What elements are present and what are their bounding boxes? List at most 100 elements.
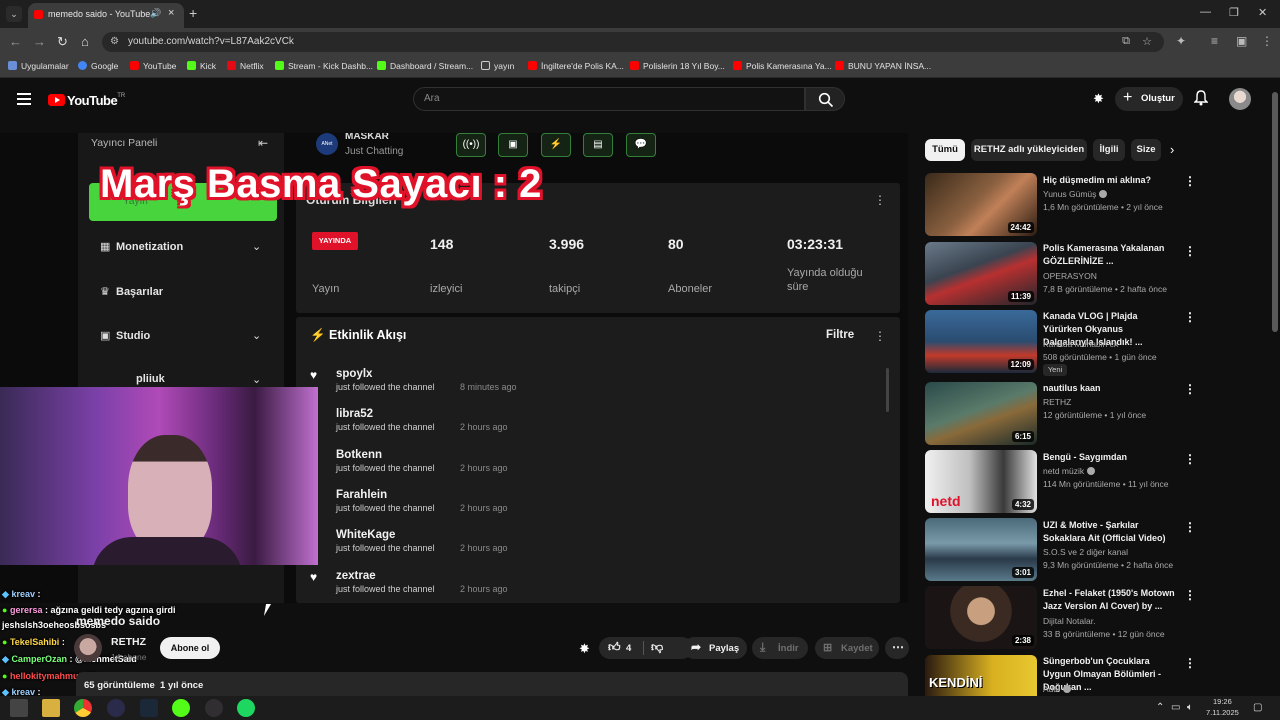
bookmark-polis-kamerasi[interactable]: Polis Kamerasına Ya... [733, 61, 832, 71]
reload-icon[interactable]: ↻ [57, 34, 68, 50]
rec-channel[interactable]: RETHZ [1043, 397, 1071, 407]
bookmark-apps[interactable]: Uygulamalar [8, 61, 69, 71]
rec-title[interactable]: Ezhel - Felaket (1950's Motown Jazz Vers… [1043, 587, 1175, 613]
channel-avatar[interactable] [74, 634, 102, 662]
start-icon[interactable] [10, 699, 28, 717]
obs-icon[interactable] [205, 699, 223, 717]
chip-for-you[interactable]: Size [1131, 139, 1161, 161]
bookmark-polislerin[interactable]: Polislerin 18 Yıl Boy... [630, 61, 725, 71]
forward-icon[interactable]: → [33, 34, 46, 49]
bookmark-google[interactable]: Google [78, 61, 118, 71]
notifications-bell-icon[interactable] [1193, 90, 1209, 109]
rec-title[interactable]: nautilus kaan [1043, 382, 1175, 395]
chip-related[interactable]: İlgili [1093, 139, 1125, 161]
more-actions-button[interactable]: ⋯ [885, 637, 909, 659]
more-vert-icon[interactable]: ⋮ [1184, 588, 1196, 602]
spotify-icon[interactable] [237, 699, 255, 717]
media-icon[interactable]: ≡ [1211, 34, 1218, 48]
steam-icon[interactable] [140, 699, 158, 717]
clock-time[interactable]: 19:26 [1213, 697, 1232, 706]
ai-sparkle-icon[interactable]: ✸ [1093, 91, 1104, 107]
rec-title[interactable]: Polis Kamerasına Yakalanan GÖZLERİNİZE .… [1043, 242, 1175, 268]
video-thumbnail[interactable]: netd 4:32 [925, 450, 1037, 513]
dislike-icon[interactable]: 👎︎ [651, 640, 663, 655]
more-vert-icon[interactable]: ⋮ [1184, 452, 1196, 466]
page-scrollbar-thumb[interactable] [1272, 92, 1278, 332]
chevron-right-icon[interactable]: › [1170, 142, 1174, 157]
close-window-icon[interactable]: ✕ [1258, 6, 1267, 19]
notifications-icon[interactable]: ▢ [1253, 702, 1262, 713]
subscribe-button[interactable]: Abone ol [160, 637, 220, 659]
rec-channel[interactable]: S.O.S ve 2 diğer kanal [1043, 547, 1128, 557]
rec-title[interactable]: UZI & Motive - Şarkılar Sokaklara Ait (O… [1043, 519, 1175, 545]
more-vert-icon[interactable]: ⋮ [1184, 382, 1196, 396]
user-avatar[interactable] [1229, 88, 1251, 110]
clock-date[interactable]: 7.11.2025 [1206, 708, 1239, 717]
tab-youtube[interactable]: memedo saido - YouTube 🔊 × [28, 3, 184, 28]
chrome-icon[interactable] [74, 699, 92, 717]
rec-channel[interactable]: Adal [1043, 684, 1072, 694]
chip-all[interactable]: Tümü [925, 139, 965, 161]
speaker-icon[interactable]: 🔊 [150, 8, 161, 19]
network-icon[interactable]: ▭ [1171, 702, 1180, 713]
share-button[interactable]: ➦ Paylaş [683, 637, 747, 659]
search-button[interactable] [805, 87, 845, 111]
home-icon[interactable]: ⌂ [81, 34, 89, 49]
hamburger-menu-icon[interactable] [17, 93, 31, 108]
ask-ai-icon[interactable]: ✸ [579, 641, 590, 657]
bookmark-dashboard[interactable]: Dashboard / Stream... [377, 61, 473, 71]
tab-search-icon[interactable]: ⌄ [6, 6, 22, 22]
video-thumbnail[interactable]: 11:39 [925, 242, 1037, 305]
bookmark-yayin[interactable]: yayın [481, 61, 514, 71]
video-thumbnail[interactable]: 24:42 [925, 173, 1037, 236]
volume-icon[interactable]: 🔈︎ [1187, 702, 1193, 713]
file-explorer-icon[interactable] [42, 699, 60, 717]
channel-name[interactable]: RETHZ [111, 636, 146, 648]
cast-icon[interactable]: ⧉ [1122, 35, 1130, 48]
save-button[interactable]: ⊞ Kaydet [815, 637, 879, 659]
more-vert-icon[interactable]: ⋮ [1184, 244, 1196, 258]
rec-title[interactable]: Hiç düşmedim mi aklına? [1043, 174, 1175, 187]
tray-chevron-icon[interactable]: ⌃ [1156, 702, 1164, 713]
new-tab-button[interactable]: + [189, 5, 197, 21]
rec-channel[interactable]: Yunus Gümüş [1043, 189, 1108, 199]
rec-channel[interactable]: OPERASYON [1043, 271, 1097, 281]
rec-channel[interactable]: Kanada Muhabiri ᴄᴀ [1043, 339, 1118, 349]
bookmark-ingiltere[interactable]: İngiltere'de Polis KA... [528, 61, 624, 71]
more-vert-icon[interactable]: ⋮ [1184, 174, 1196, 188]
more-vert-icon[interactable]: ⋮ [1184, 656, 1196, 670]
discord-icon[interactable] [107, 699, 125, 717]
more-vert-icon[interactable]: ⋮ [1184, 520, 1196, 534]
create-button[interactable]: + Oluştur [1115, 87, 1183, 111]
download-button[interactable]: ⤓ İndir [752, 637, 808, 659]
site-info-icon[interactable]: ⚙ [110, 36, 119, 47]
video-thumbnail[interactable]: 6:15 [925, 382, 1037, 445]
bookmark-star-icon[interactable]: ☆ [1142, 35, 1152, 48]
video-thumbnail[interactable]: 2:38 [925, 586, 1037, 649]
back-icon[interactable]: ← [9, 34, 22, 49]
youtube-logo[interactable]: YouTubeTR [48, 92, 125, 110]
bookmark-bunu-yapan[interactable]: BUNU YAPAN İNSA... [835, 61, 931, 71]
minimize-icon[interactable]: — [1200, 6, 1211, 18]
chip-from-uploader[interactable]: RETHZ adlı yükleyiciden [971, 139, 1087, 161]
like-icon[interactable]: 👍︎ [608, 640, 621, 655]
bookmark-kick[interactable]: Kick [187, 61, 216, 71]
restore-icon[interactable]: ❐ [1229, 6, 1239, 19]
address-bar[interactable]: ⚙ youtube.com/watch?v=L87Aak2cVCk ⧉ ☆ [102, 32, 1164, 52]
menu-icon[interactable]: ⋮ [1261, 34, 1273, 48]
rec-channel[interactable]: Dijital Notalar. [1043, 616, 1095, 626]
search-input[interactable]: Ara [413, 87, 805, 111]
close-tab-icon[interactable]: × [168, 7, 174, 19]
video-thumbnail[interactable]: KENDİNİ [925, 655, 1037, 696]
kick-app-icon[interactable] [172, 699, 190, 717]
more-vert-icon[interactable]: ⋮ [1184, 310, 1196, 324]
video-thumbnail[interactable]: 3:01 [925, 518, 1037, 581]
rec-channel[interactable]: netd müzik [1043, 466, 1096, 476]
video-thumbnail[interactable]: 12:09 [925, 310, 1037, 373]
bookmark-kick-dashboard[interactable]: Stream - Kick Dashb... [275, 61, 373, 71]
bookmark-youtube[interactable]: YouTube [130, 61, 176, 71]
bookmark-netflix[interactable]: Netflix [227, 61, 264, 71]
extensions-icon[interactable]: ✦ [1176, 34, 1186, 48]
profile-icon[interactable]: ▣ [1236, 34, 1247, 48]
rec-title[interactable]: Bengü - Saygımdan [1043, 451, 1175, 464]
